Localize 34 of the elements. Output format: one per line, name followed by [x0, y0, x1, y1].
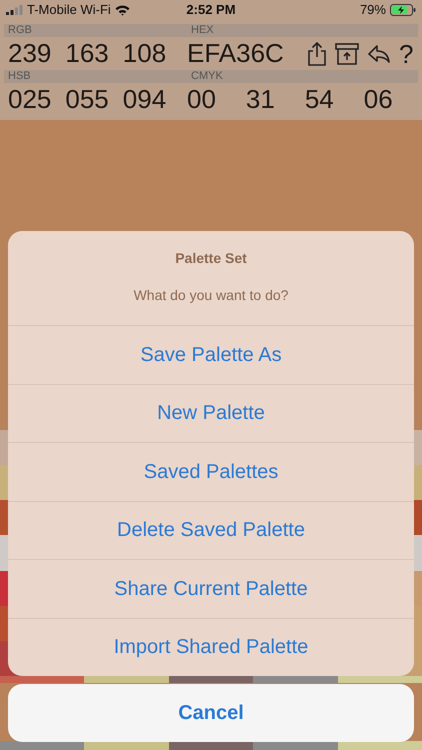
- signal-icon: [6, 5, 23, 15]
- color-value: 025: [8, 83, 52, 116]
- cancel-button[interactable]: Cancel: [8, 684, 414, 742]
- color-value: 094: [122, 83, 166, 116]
- color-value: 163: [65, 37, 109, 70]
- sheet-action[interactable]: Save Palette As: [8, 325, 414, 384]
- field-label: HEX: [190, 24, 214, 37]
- color-value: 055: [65, 83, 109, 116]
- color-value: EFA36C: [187, 37, 284, 70]
- archive-icon[interactable]: [335, 42, 359, 64]
- color-value: 108: [122, 37, 166, 70]
- sheet-message: What do you want to do?: [132, 286, 290, 305]
- carrier-name: T-Mobile Wi-Fi: [27, 1, 111, 20]
- field-label: CMYK: [190, 70, 223, 83]
- sheet-action[interactable]: Saved Palettes: [8, 442, 414, 500]
- sheet-action[interactable]: Delete Saved Palette: [8, 500, 414, 559]
- field-label: RGB: [7, 24, 32, 37]
- sheet-action[interactable]: New Palette: [8, 384, 414, 442]
- help-button[interactable]: ?: [399, 40, 414, 66]
- color-value: 239: [8, 37, 52, 70]
- sheet-action[interactable]: Share Current Palette: [8, 559, 414, 618]
- color-value: 00: [187, 83, 216, 116]
- battery-percentage: 79%: [360, 1, 386, 20]
- sheet-title: Palette Set: [174, 249, 248, 268]
- share-icon[interactable]: [307, 42, 327, 66]
- color-value: 54: [304, 83, 334, 116]
- clock-time: 2:52 PM: [186, 1, 236, 20]
- color-value: 31: [246, 83, 275, 116]
- reply-icon[interactable]: [367, 44, 391, 64]
- field-label: HSB: [7, 70, 31, 83]
- color-value: 06: [364, 83, 393, 116]
- sheet-action[interactable]: Import Shared Palette: [8, 618, 414, 676]
- battery-icon: [390, 4, 416, 16]
- wifi-icon: [114, 4, 130, 16]
